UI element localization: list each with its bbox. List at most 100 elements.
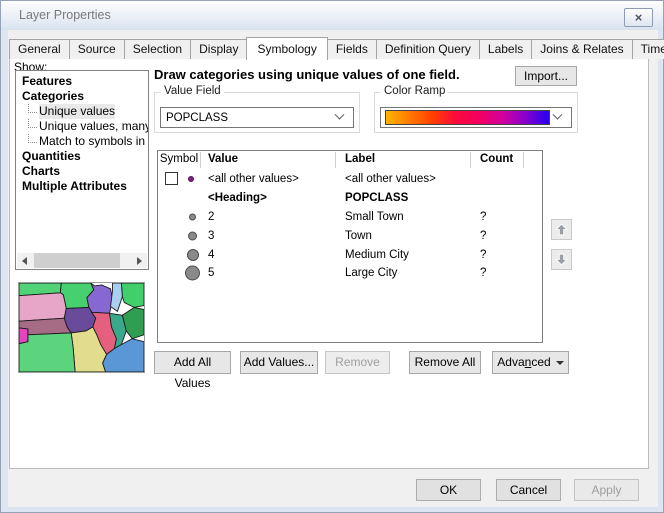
dialog-title: Layer Properties: [19, 8, 111, 22]
color-ramp-gradient: [385, 110, 550, 125]
tree-item-quantities[interactable]: Quantities: [16, 149, 148, 164]
map-lake-michigan: [111, 283, 123, 311]
remove-all-button[interactable]: Remove All: [409, 351, 481, 374]
column-divider: [470, 152, 471, 168]
tree-elbow-icon: [28, 134, 37, 143]
add-all-values-button[interactable]: Add All Values: [154, 351, 231, 374]
tree-item-charts[interactable]: Charts: [16, 164, 148, 179]
map-preview-thumbnail: [18, 282, 145, 373]
column-header-label[interactable]: Label: [345, 153, 375, 165]
value-cell[interactable]: <Heading>: [200, 192, 335, 204]
column-header-count[interactable]: Count: [480, 153, 513, 165]
column-header-value[interactable]: Value: [208, 153, 238, 165]
column-divider: [200, 152, 201, 168]
color-ramp-group-label: Color Ramp: [381, 85, 448, 97]
move-value-up-button[interactable]: [551, 219, 572, 240]
column-divider: [523, 152, 524, 168]
tab-strip: General Source Selection Display Symbolo…: [9, 37, 664, 59]
table-row-small-town[interactable]: 2 Small Town ?: [158, 207, 520, 226]
tab-display[interactable]: Display: [190, 39, 247, 59]
tab-time[interactable]: Time: [632, 39, 664, 59]
tab-definition-query[interactable]: Definition Query: [376, 39, 480, 59]
symbology-tab-page: Show: Features Categories Unique values …: [9, 58, 649, 469]
tree-item-categories[interactable]: Categories: [16, 89, 148, 104]
arrow-down-icon: [554, 252, 569, 267]
label-cell[interactable]: Medium City: [335, 249, 470, 261]
label-cell[interactable]: <all other values>: [335, 173, 470, 185]
dialog-client-area: General Source Selection Display Symbolo…: [8, 30, 658, 507]
point-symbol-icon[interactable]: [188, 231, 197, 240]
value-field-selected: POPCLASS: [161, 112, 336, 124]
advanced-button[interactable]: Advanced: [492, 351, 569, 374]
tree-item-multiple-attributes[interactable]: Multiple Attributes: [16, 179, 148, 194]
scrollbar-thumb[interactable]: [34, 253, 120, 268]
tree-item-match-symbols[interactable]: Match to symbols in a: [16, 134, 148, 149]
tab-source[interactable]: Source: [69, 39, 125, 59]
table-row-large-city[interactable]: 5 Large City ?: [158, 263, 520, 282]
all-other-values-symbol-icon: [188, 176, 194, 182]
tab-general[interactable]: General: [9, 39, 70, 59]
chevron-down-icon: [335, 110, 345, 120]
label-cell[interactable]: Large City: [335, 267, 470, 279]
label-cell[interactable]: Small Town: [335, 211, 470, 223]
value-field-dropdown[interactable]: POPCLASS: [160, 107, 354, 128]
column-header-symbol[interactable]: Symbol: [158, 153, 200, 165]
symbol-cell[interactable]: [158, 263, 200, 282]
tab-symbology[interactable]: Symbology: [246, 37, 327, 60]
value-cell[interactable]: <all other values>: [200, 173, 335, 185]
symbol-cell[interactable]: [158, 207, 200, 226]
point-symbol-icon[interactable]: [187, 249, 199, 261]
draw-method-description: Draw categories using unique values of o…: [154, 67, 460, 82]
add-values-button[interactable]: Add Values...: [240, 351, 318, 374]
scroll-left-icon[interactable]: [17, 253, 32, 268]
move-value-down-button[interactable]: [551, 249, 572, 270]
value-cell[interactable]: 2: [200, 211, 335, 223]
tab-fields[interactable]: Fields: [327, 39, 377, 59]
value-cell[interactable]: 4: [200, 249, 335, 261]
value-field-group: Value Field POPCLASS: [154, 92, 360, 133]
cancel-button[interactable]: Cancel: [496, 479, 561, 501]
scroll-right-icon[interactable]: [132, 253, 147, 268]
point-symbol-icon[interactable]: [185, 265, 200, 280]
table-row-medium-city[interactable]: 4 Medium City ?: [158, 245, 520, 264]
remove-button: Remove: [325, 351, 390, 374]
value-cell[interactable]: 5: [200, 267, 335, 279]
ok-button[interactable]: OK: [416, 479, 481, 501]
tree-item-unique-values[interactable]: Unique values: [16, 104, 148, 119]
tab-joins-relates[interactable]: Joins & Relates: [531, 39, 632, 59]
table-row-heading[interactable]: <Heading> POPCLASS: [158, 188, 520, 207]
tab-selection[interactable]: Selection: [124, 39, 191, 59]
titlebar[interactable]: Layer Properties ×: [1, 1, 663, 30]
point-symbol-icon[interactable]: [189, 213, 196, 220]
map-state-south-dakota: [19, 293, 66, 321]
color-ramp-group: Color Ramp: [374, 92, 578, 133]
import-button[interactable]: Import...: [515, 66, 577, 86]
value-cell[interactable]: 3: [200, 230, 335, 242]
value-field-group-label: Value Field: [161, 85, 224, 97]
tab-labels[interactable]: Labels: [479, 39, 532, 59]
tree-horizontal-scrollbar[interactable]: [17, 253, 147, 268]
chevron-down-icon: [553, 110, 563, 120]
label-cell[interactable]: Town: [335, 230, 470, 242]
map-state-michigan: [121, 283, 144, 307]
label-cell[interactable]: POPCLASS: [335, 192, 470, 204]
symbol-cell[interactable]: [158, 169, 200, 188]
tree-item-unique-values-many[interactable]: Unique values, many: [16, 119, 148, 134]
column-divider: [335, 152, 336, 168]
apply-button: Apply: [574, 479, 639, 501]
symbol-cell[interactable]: [158, 245, 200, 264]
dropdown-caret-icon: [556, 361, 564, 365]
close-icon[interactable]: ×: [624, 8, 653, 27]
table-header: Symbol Value Label Count: [158, 151, 542, 169]
table-row-all-other-values[interactable]: <all other values> <all other values>: [158, 169, 520, 188]
layer-properties-dialog: Layer Properties × General Source Select…: [0, 0, 664, 513]
show-tree-list[interactable]: Features Categories Unique values Unique…: [15, 70, 149, 270]
color-ramp-dropdown[interactable]: [380, 107, 572, 128]
tree-item-features[interactable]: Features: [16, 74, 148, 89]
advanced-button-label: Advanced: [497, 352, 550, 373]
all-other-values-checkbox[interactable]: [165, 172, 178, 185]
table-row-town[interactable]: 3 Town ?: [158, 226, 520, 245]
symbol-cell[interactable]: [158, 226, 200, 245]
map-preview-svg: [19, 283, 144, 372]
unique-values-table[interactable]: Symbol Value Label Count <all other valu…: [157, 150, 543, 343]
